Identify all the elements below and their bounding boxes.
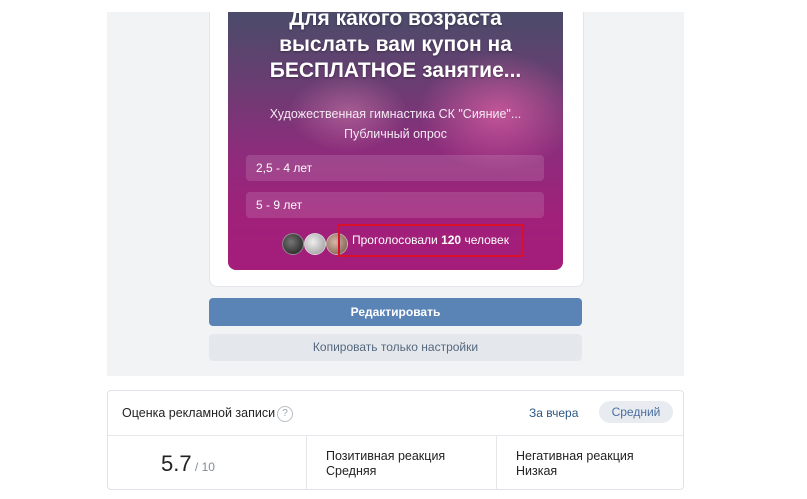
- poll-type: Публичный опрос: [344, 127, 447, 141]
- poll-question: Для какого возраста выслать вам купон на…: [228, 12, 563, 84]
- poll-option[interactable]: 2,5 - 4 лет: [246, 155, 544, 181]
- negative-reaction-label: Негативная реакция: [516, 449, 634, 463]
- positive-reaction-value: Средняя: [326, 464, 377, 478]
- avatar: [282, 233, 304, 255]
- positive-reaction-label: Позитивная реакция: [326, 449, 446, 463]
- avatar: [304, 233, 326, 255]
- period-yesterday-link[interactable]: За вчера: [529, 406, 578, 420]
- poll-widget: Для какого возраста выслать вам купон на…: [228, 12, 563, 270]
- voted-count-highlight[interactable]: Проголосовали 120 человек: [338, 224, 524, 257]
- ad-rating-panel: Оценка рекламной записи ? За вчера Средн…: [107, 390, 684, 490]
- score-value: 5.7: [161, 451, 192, 476]
- voted-suffix: человек: [461, 233, 509, 247]
- voted-count: 120: [441, 233, 462, 247]
- voted-prefix: Проголосовали: [352, 233, 442, 247]
- score-max: / 10: [191, 460, 215, 474]
- poll-question-line: Для какого возраста: [289, 12, 502, 30]
- positive-reaction: Позитивная реакция Средняя: [326, 449, 445, 479]
- divider: [496, 436, 497, 490]
- help-icon[interactable]: ?: [277, 406, 293, 422]
- divider: [108, 435, 683, 436]
- divider: [306, 436, 307, 490]
- poll-question-line: БЕСПЛАТНОЕ занятие...: [269, 59, 522, 82]
- poll-author: Художественная гимнастика СК "Сияние"...: [269, 107, 522, 121]
- period-average-chip[interactable]: Средний: [599, 401, 673, 423]
- rating-title: Оценка рекламной записи: [122, 406, 276, 420]
- poll-question-line: выслать вам купон на: [279, 33, 512, 56]
- edit-button[interactable]: Редактировать: [209, 298, 582, 326]
- negative-reaction-value: Низкая: [516, 464, 558, 478]
- negative-reaction: Негативная реакция Низкая: [516, 449, 634, 479]
- poll-option[interactable]: 5 - 9 лет: [246, 192, 544, 218]
- copy-settings-button[interactable]: Копировать только настройки: [209, 334, 582, 361]
- rating-score: 5.7 / 10: [161, 451, 215, 477]
